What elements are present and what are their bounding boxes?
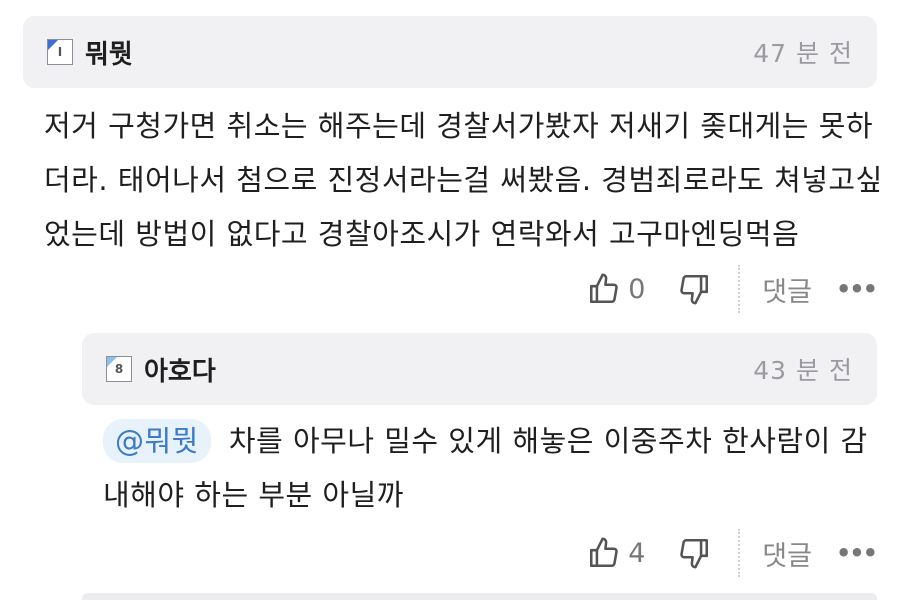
level-number: I	[57, 45, 63, 59]
reply-text: 차를 아무나 밀수 있게 해놓은 이중주차 한사람이 감내해야 하는 부분 아닐…	[103, 424, 868, 512]
thumbs-down-icon[interactable]	[676, 535, 712, 571]
reply-text-block: @뭐뭣 차를 아무나 밀수 있게 해놓은 이중주차 한사람이 감내해야 하는 부분…	[103, 414, 883, 522]
like-count: 4	[628, 537, 646, 569]
comment-timestamp: 47 분 전	[753, 39, 853, 68]
reply-header: 8 아호다 43 분 전	[82, 333, 877, 405]
reply-actions: 4 댓글 •••	[586, 528, 878, 578]
level-number: 8	[114, 362, 124, 376]
thumbs-up-icon[interactable]	[586, 271, 622, 307]
reply-button[interactable]: 댓글	[762, 534, 812, 573]
reply-username[interactable]: 아호다	[144, 351, 216, 388]
divider	[738, 265, 741, 313]
next-reply-edge	[82, 593, 877, 600]
reply-timestamp: 43 분 전	[753, 356, 853, 385]
comment-actions: 0 댓글 •••	[586, 264, 878, 314]
comment-header: I 뭐뭣 47 분 전	[23, 16, 877, 88]
thumbs-down-icon[interactable]	[676, 271, 712, 307]
mention-tag[interactable]: @뭐뭣	[103, 419, 211, 463]
comment-username[interactable]: 뭐뭣	[85, 34, 133, 71]
more-dots-icon[interactable]: •••	[836, 539, 878, 567]
level-badge-icon: I	[47, 39, 73, 65]
comment-text: 저거 구청가면 취소는 해주는데 경찰서가봤자 저새기 좆대게는 못하더라. 태…	[44, 109, 883, 251]
more-dots-icon[interactable]: •••	[836, 275, 878, 303]
thumbs-up-icon[interactable]	[586, 535, 622, 571]
level-badge-icon: 8	[106, 356, 132, 382]
divider	[738, 529, 741, 577]
like-count: 0	[628, 273, 646, 305]
reply-button[interactable]: 댓글	[762, 270, 812, 309]
